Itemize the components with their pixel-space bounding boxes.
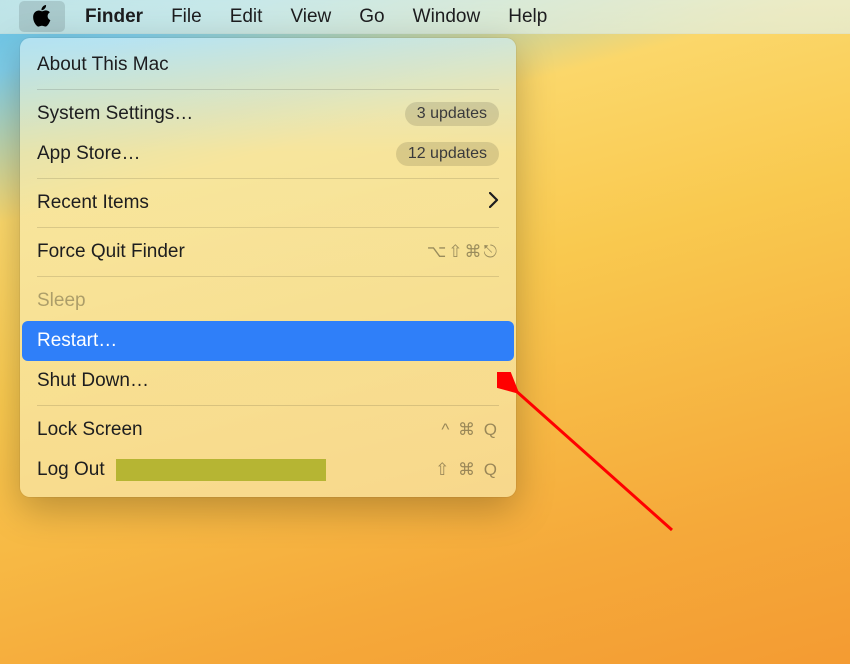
apple-menu-icon[interactable] xyxy=(19,1,65,32)
menu-sleep: Sleep xyxy=(20,281,516,321)
updates-badge: 12 updates xyxy=(396,142,499,166)
menu-label: Recent Items xyxy=(37,192,149,214)
menu-label: Shut Down… xyxy=(37,370,149,392)
menubar-edit[interactable]: Edit xyxy=(216,1,277,33)
menu-shut-down[interactable]: Shut Down… xyxy=(20,361,516,401)
keyboard-shortcut: ^ ⌘ Q xyxy=(441,420,499,440)
keyboard-shortcut: ⇧ ⌘ Q xyxy=(435,460,499,480)
menubar-window[interactable]: Window xyxy=(399,1,495,33)
menu-separator xyxy=(37,276,499,277)
keyboard-shortcut: ⌥⇧⌘⎋ xyxy=(427,242,499,262)
menu-separator xyxy=(37,227,499,228)
menu-label: About This Mac xyxy=(37,54,169,76)
menu-separator xyxy=(37,178,499,179)
menu-label: System Settings… xyxy=(37,103,193,125)
menu-label: Force Quit Finder xyxy=(37,241,185,263)
menu-separator xyxy=(37,89,499,90)
apple-menu-dropdown: About This Mac System Settings… 3 update… xyxy=(20,38,516,497)
menubar: Finder File Edit View Go Window Help xyxy=(0,0,850,34)
menu-system-settings[interactable]: System Settings… 3 updates xyxy=(20,94,516,134)
menu-separator xyxy=(37,405,499,406)
menubar-help[interactable]: Help xyxy=(494,1,561,33)
menu-label: App Store… xyxy=(37,143,141,165)
redacted-username xyxy=(116,459,326,481)
menu-log-out[interactable]: Log Out ⇧ ⌘ Q xyxy=(20,450,516,490)
menu-label: Log Out xyxy=(37,459,105,480)
annotation-arrow-icon xyxy=(497,372,697,552)
menu-lock-screen[interactable]: Lock Screen ^ ⌘ Q xyxy=(20,410,516,450)
menubar-file[interactable]: File xyxy=(157,1,216,33)
menu-label: Restart… xyxy=(37,330,117,352)
menubar-view[interactable]: View xyxy=(276,1,345,33)
menu-recent-items[interactable]: Recent Items xyxy=(20,183,516,223)
menubar-finder[interactable]: Finder xyxy=(71,1,157,33)
menubar-go[interactable]: Go xyxy=(345,1,398,33)
menu-force-quit[interactable]: Force Quit Finder ⌥⇧⌘⎋ xyxy=(20,232,516,272)
menu-app-store[interactable]: App Store… 12 updates xyxy=(20,134,516,174)
menu-about-this-mac[interactable]: About This Mac xyxy=(20,45,516,85)
menu-label: Sleep xyxy=(37,290,86,312)
menu-label: Lock Screen xyxy=(37,419,143,441)
menu-restart[interactable]: Restart… xyxy=(22,321,514,361)
chevron-right-icon xyxy=(489,192,499,214)
updates-badge: 3 updates xyxy=(405,102,499,126)
